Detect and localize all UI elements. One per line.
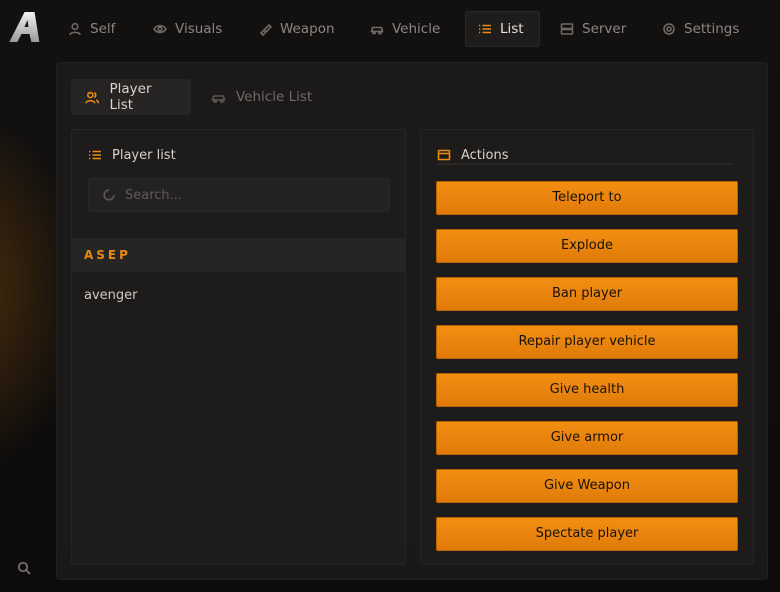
divider (437, 163, 733, 165)
eye-icon (153, 24, 167, 34)
nav-tab-visuals[interactable]: Visuals (141, 11, 234, 47)
actions-card: Actions Teleport to Explode Ban player R… (420, 129, 754, 565)
give-weapon-button[interactable]: Give Weapon (436, 469, 738, 503)
player-list-header: Player list (88, 146, 176, 164)
search-icon[interactable] (17, 560, 31, 575)
spectate-player-button[interactable]: Spectate player (436, 517, 738, 551)
top-nav-bar: Self Visuals Weapon Vehicle List Server … (0, 0, 780, 56)
nav-tab-vehicle[interactable]: Vehicle (358, 11, 452, 47)
list-icon (89, 150, 101, 160)
window-icon (437, 149, 451, 161)
subtab-vehicle-list[interactable]: Vehicle List (197, 79, 326, 115)
list-icon (479, 24, 491, 34)
logo-mark-icon (9, 12, 40, 42)
actions-title: Actions (461, 147, 509, 163)
car-icon (211, 94, 226, 103)
player-row[interactable]: ASEP (72, 238, 405, 272)
server-icon (560, 23, 574, 35)
nav-tab-list[interactable]: List (465, 11, 540, 47)
player-list-title: Player list (112, 147, 176, 163)
nav-tab-self[interactable]: Self (56, 11, 127, 47)
car-icon (370, 26, 384, 35)
person-icon (69, 22, 81, 36)
gun-icon (259, 23, 272, 36)
nav-tab-label: Visuals (175, 21, 223, 37)
nav-tab-server[interactable]: Server (548, 11, 638, 47)
nav-tab-label: List (500, 21, 524, 37)
player-list-card: Player list ASEP avenger (71, 129, 406, 565)
nav-tab-label: Server (582, 21, 627, 37)
users-icon (85, 91, 100, 104)
loading-icon (103, 189, 115, 201)
subtab-label: Vehicle List (236, 89, 313, 105)
subtab-player-list[interactable]: Player List (71, 79, 191, 115)
repair-vehicle-button[interactable]: Repair player vehicle (436, 325, 738, 359)
app-window: Self Visuals Weapon Vehicle List Server … (0, 0, 780, 592)
give-health-button[interactable]: Give health (436, 373, 738, 407)
main-panel: Player List Vehicle List Player list ASE… (56, 62, 768, 580)
search-icon-glyph (17, 561, 31, 575)
teleport-to-button[interactable]: Teleport to (436, 181, 738, 215)
player-search-box[interactable] (88, 178, 390, 212)
give-armor-button[interactable]: Give armor (436, 421, 738, 455)
player-search-input[interactable] (125, 187, 365, 203)
gear-icon (663, 23, 675, 35)
ban-player-button[interactable]: Ban player (436, 277, 738, 311)
nav-tab-settings[interactable]: Settings (650, 11, 751, 47)
nav-tab-label: Self (90, 21, 116, 37)
explode-button[interactable]: Explode (436, 229, 738, 263)
nav-tab-weapon[interactable]: Weapon (246, 11, 347, 47)
nav-tab-label: Vehicle (392, 21, 441, 37)
actions-header: Actions (437, 146, 509, 164)
nav-tab-label: Weapon (280, 21, 335, 37)
subtab-label: Player List (109, 81, 152, 113)
player-name: ASEP (84, 248, 131, 262)
logo (8, 9, 44, 45)
player-name: avenger (84, 287, 138, 303)
nav-tab-label: Settings (684, 21, 740, 37)
player-row[interactable]: avenger (72, 278, 405, 312)
